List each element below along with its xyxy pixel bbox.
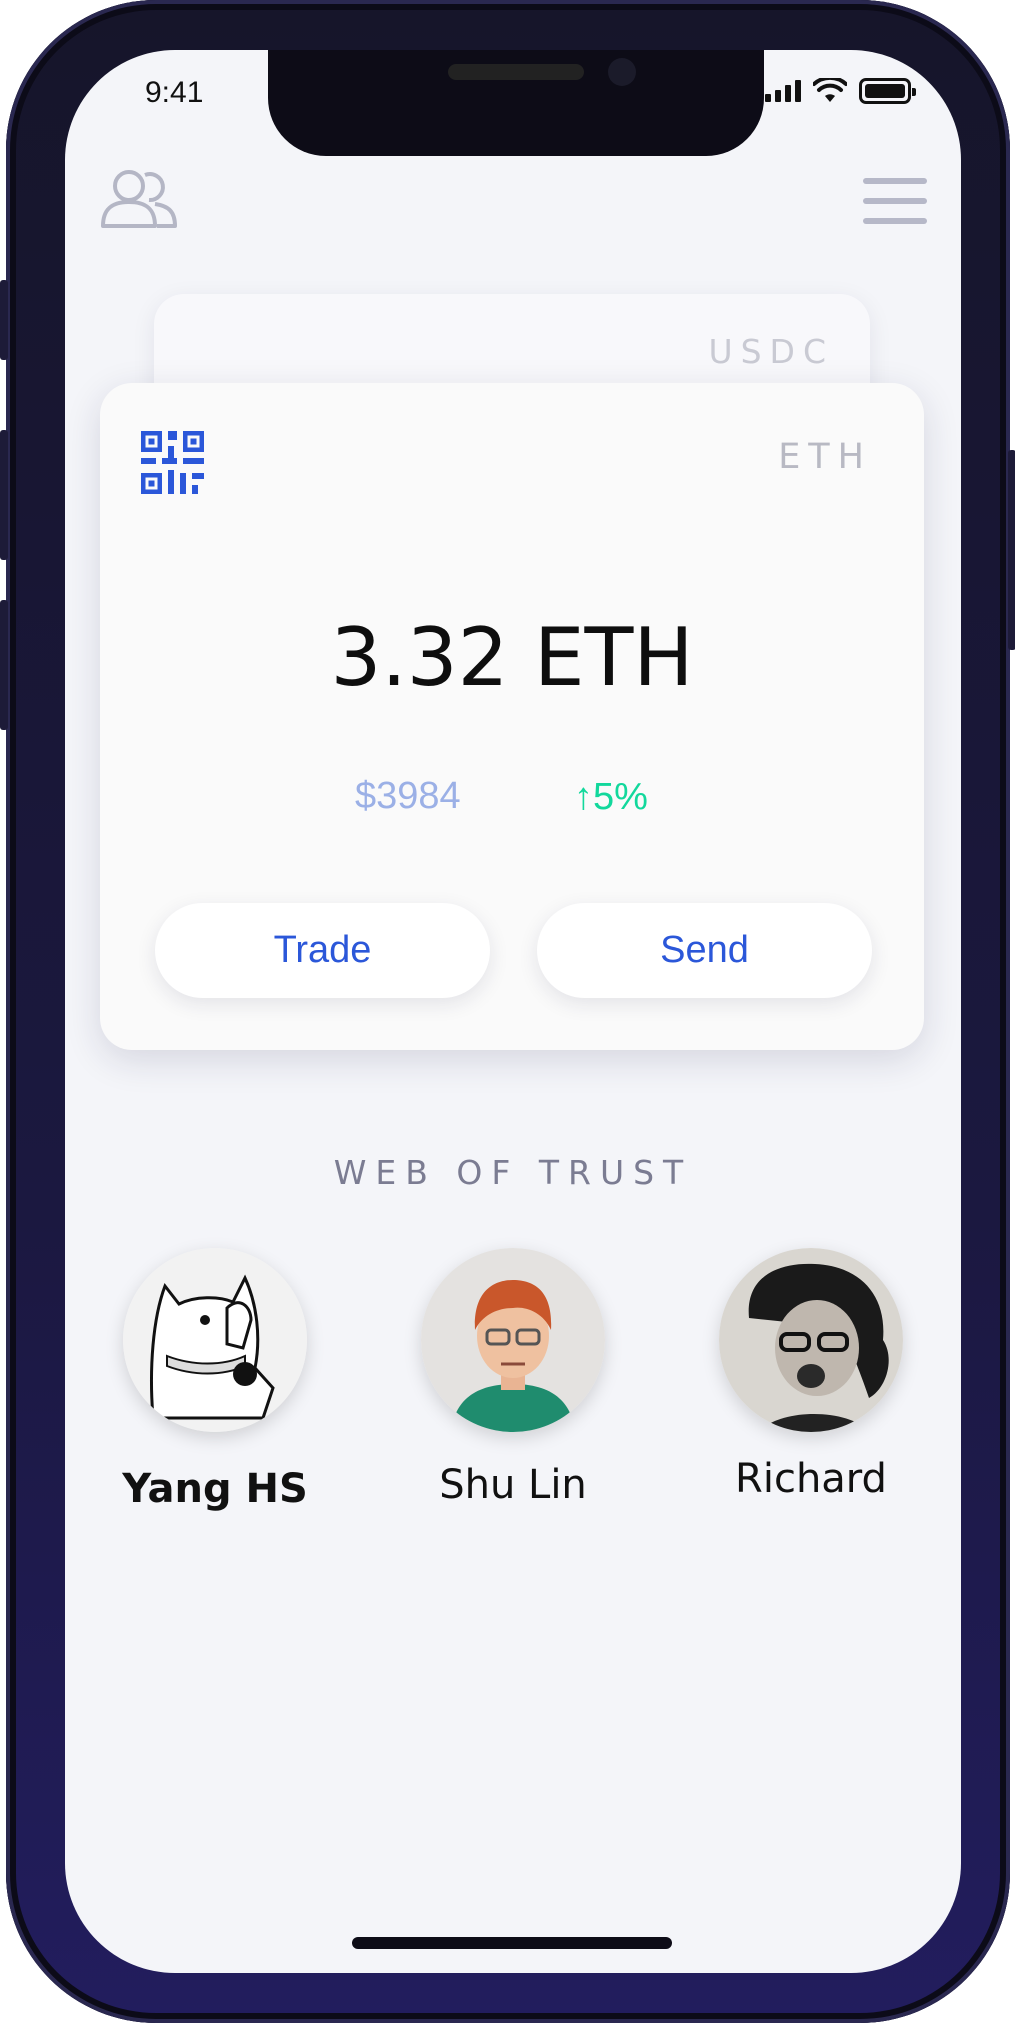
- trust-contact[interactable]: Yang HS: [95, 1248, 335, 1512]
- wifi-icon: [813, 78, 847, 102]
- fiat-value: $3984: [355, 775, 461, 817]
- contact-name: Shu Lin: [439, 1462, 587, 1508]
- status-icons: [765, 78, 916, 104]
- eth-balance: 3.32 ETH: [330, 611, 694, 704]
- avatar[interactable]: [421, 1248, 605, 1432]
- battery-icon: [859, 78, 916, 104]
- trade-button[interactable]: Trade: [155, 903, 490, 998]
- home-indicator[interactable]: [352, 1937, 672, 1949]
- volume-down-button: [0, 600, 8, 730]
- app-screen: 9:41 USDC ETH 3.32 ETH $3984 ↑5% Trade S…: [65, 50, 961, 1973]
- card-token-label: USDC: [708, 332, 834, 371]
- contact-name: Richard: [735, 1456, 887, 1502]
- price-change: ↑5%: [574, 776, 648, 818]
- front-camera: [608, 58, 636, 86]
- users-icon[interactable]: [99, 166, 179, 230]
- volume-up-button: [0, 430, 8, 560]
- avatar[interactable]: [719, 1248, 903, 1432]
- status-time: 9:41: [145, 76, 204, 109]
- person-avatar-icon: [421, 1248, 605, 1432]
- card-token-label: ETH: [778, 437, 872, 477]
- phone-frame: 9:41 USDC ETH 3.32 ETH $3984 ↑5% Trade S…: [0, 0, 1015, 2023]
- send-button[interactable]: Send: [537, 903, 872, 998]
- contact-name: Yang HS: [122, 1466, 308, 1512]
- web-of-trust-title: WEB OF TRUST: [333, 1153, 693, 1192]
- power-button: [1008, 450, 1015, 650]
- hamburger-menu-icon[interactable]: [863, 178, 927, 224]
- eth-card: ETH 3.32 ETH $3984 ↑5% Trade Send: [100, 383, 924, 1050]
- qr-code-icon[interactable]: [141, 431, 204, 494]
- trust-contact[interactable]: Richard: [691, 1248, 931, 1502]
- notch: [268, 50, 764, 156]
- avatar[interactable]: [123, 1248, 307, 1432]
- lucky-cat-avatar-icon: [123, 1248, 307, 1432]
- cellular-signal-icon: [765, 80, 801, 102]
- mute-switch: [0, 280, 8, 360]
- trust-contact[interactable]: Shu Lin: [393, 1248, 633, 1508]
- speaker: [448, 64, 584, 80]
- person-avatar-icon: [719, 1248, 903, 1432]
